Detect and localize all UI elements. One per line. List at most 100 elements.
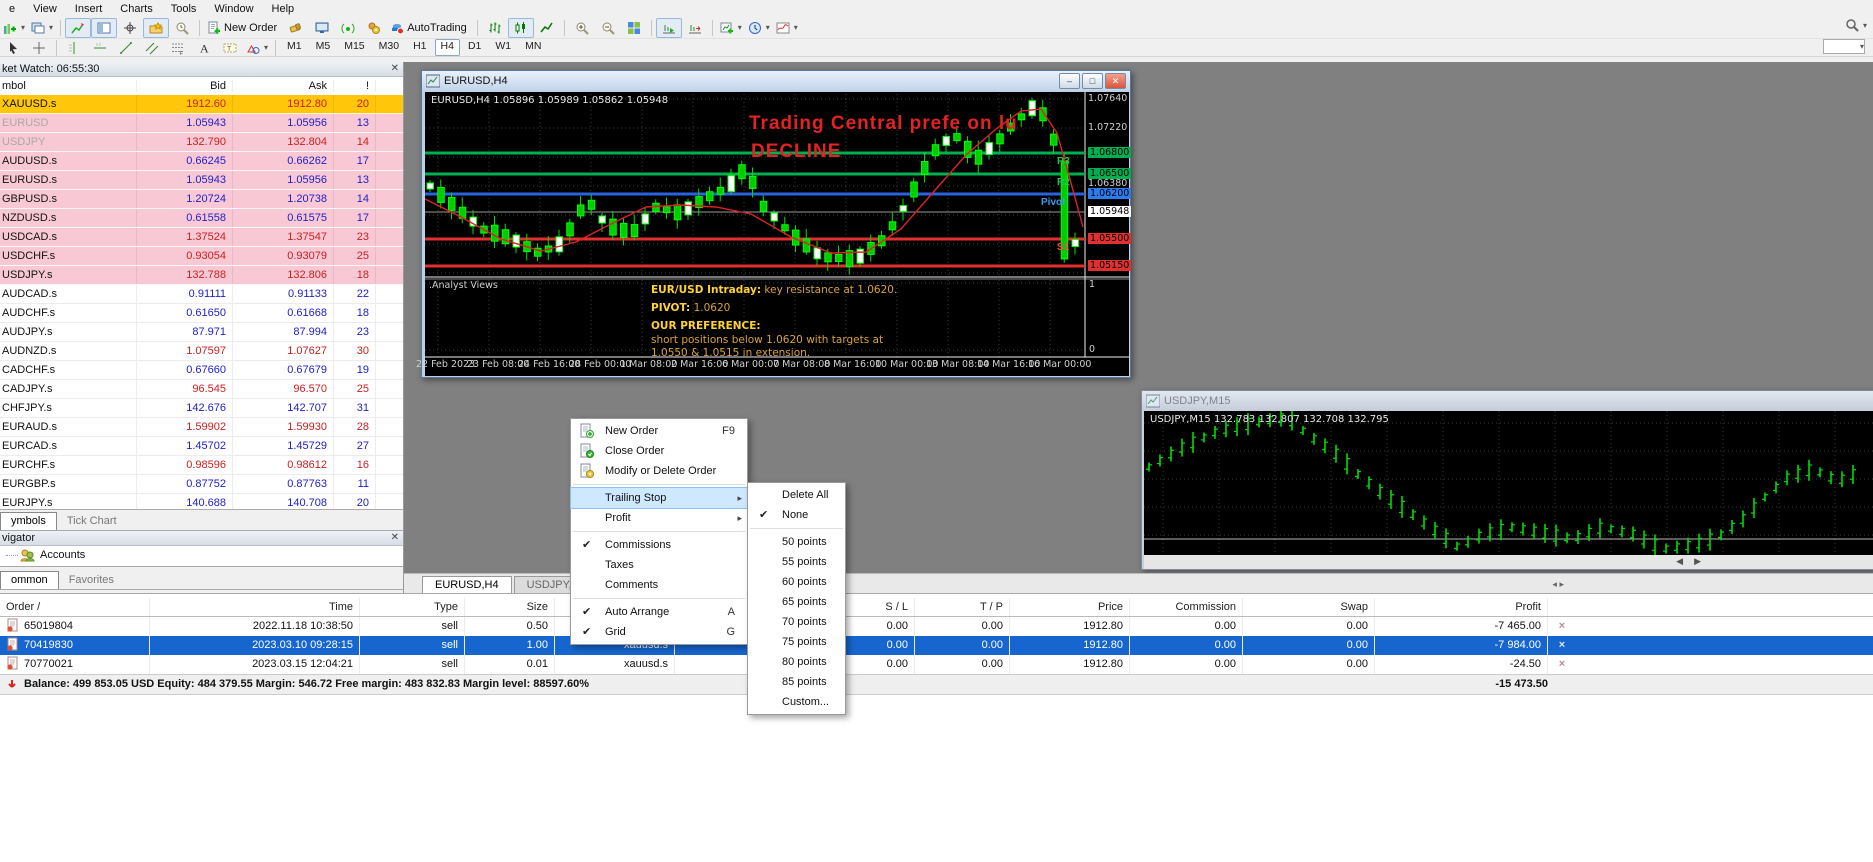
- timeframe-mn[interactable]: MN: [519, 39, 547, 56]
- mw-row-eurgbp-s[interactable]: EURGBP.s0.877520.8776311: [0, 475, 403, 494]
- close-order-icon[interactable]: ×: [1548, 655, 1576, 674]
- fibo-button[interactable]: F: [165, 38, 191, 58]
- mw-row-usdjpy-s[interactable]: USDJPY.s132.788132.80618: [0, 266, 403, 285]
- mw-row-usdjpy[interactable]: USDJPY132.790132.80414: [0, 133, 403, 152]
- menu-charts[interactable]: Charts: [111, 2, 161, 16]
- close-order-icon[interactable]: ×: [1548, 636, 1576, 655]
- eurusd-chart[interactable]: EURUSD,H4 1.05896 1.05989 1.05862 1.0594…: [425, 92, 1129, 376]
- timeframe-m30[interactable]: M30: [373, 39, 405, 56]
- templates-button[interactable]: ▾: [773, 18, 801, 38]
- sub-item-75-points[interactable]: 75 points: [748, 632, 845, 652]
- sub-item-none[interactable]: None✔: [748, 505, 845, 525]
- mw-row-eurusd-s[interactable]: EURUSD.s1.059431.0595613: [0, 171, 403, 190]
- ctx-item-commissions[interactable]: Commissions✔: [571, 535, 747, 555]
- hline-button[interactable]: [87, 38, 113, 58]
- timeframe-m5[interactable]: M5: [310, 39, 337, 56]
- eurusd-titlebar[interactable]: EURUSD,H4 – □ ✕: [422, 71, 1130, 91]
- templates-dropdown-icon[interactable]: ▾: [794, 23, 798, 32]
- timeframe-h1[interactable]: H1: [407, 39, 432, 56]
- menu-tools[interactable]: Tools: [162, 2, 206, 16]
- mw-col-1[interactable]: Bid: [137, 80, 233, 92]
- sub-item-80-points[interactable]: 80 points: [748, 652, 845, 672]
- menu-window[interactable]: Window: [205, 2, 262, 16]
- ctx-item-comments[interactable]: Comments: [571, 575, 747, 595]
- line-chart-button[interactable]: [534, 18, 560, 38]
- chart-plus-button[interactable]: ▾: [0, 18, 28, 38]
- profiles-dropdown-icon[interactable]: ▾: [49, 23, 53, 32]
- ctx-item-auto-arrange[interactable]: Auto Arrange✔A: [571, 602, 747, 622]
- tab-scroll-right-icon[interactable]: ▸: [1559, 579, 1564, 589]
- navigator-item-accounts[interactable]: Accounts: [40, 549, 85, 561]
- sub-item-50-points[interactable]: 50 points: [748, 532, 845, 552]
- zoom-in-button[interactable]: [569, 18, 595, 38]
- chart-window-eurusd[interactable]: EURUSD,H4 – □ ✕ EURUSD,H4 1.05896 1.0598…: [421, 70, 1131, 378]
- profiles-button[interactable]: ▾: [28, 18, 56, 38]
- shapes-button[interactable]: ▾: [243, 38, 271, 58]
- new-chart-button[interactable]: ▾: [717, 18, 745, 38]
- mw-row-eurchf-s[interactable]: EURCHF.s0.985960.9861216: [0, 456, 403, 475]
- sub-item-70-points[interactable]: 70 points: [748, 612, 845, 632]
- mw-row-xauusd-s[interactable]: XAUUSD.s1912.601912.8020: [0, 95, 403, 114]
- menu-e[interactable]: e: [0, 2, 24, 16]
- mw-row-audjpy-s[interactable]: AUDJPY.s87.97187.99423: [0, 323, 403, 342]
- history-button[interactable]: [169, 18, 195, 38]
- scroll-right-icon[interactable]: ▶: [1694, 556, 1701, 567]
- channel-button[interactable]: [139, 38, 165, 58]
- chart-plus-dropdown-icon[interactable]: ▾: [21, 23, 25, 32]
- sub-item-85-points[interactable]: 85 points: [748, 672, 845, 692]
- terminal-col-swap[interactable]: Swap: [1243, 598, 1375, 616]
- candles-button[interactable]: [508, 18, 534, 38]
- mw-col-2[interactable]: Ask: [233, 80, 334, 92]
- mw-row-audnzd-s[interactable]: AUDNZD.s1.075971.0762730: [0, 342, 403, 361]
- usdjpy-titlebar[interactable]: USDJPY,M15: [1142, 391, 1873, 410]
- mw-col-0[interactable]: mbol: [0, 80, 137, 92]
- ctx-item-modify-or-delete-order[interactable]: Modify or Delete Order: [571, 461, 747, 481]
- mw-row-audusd-s[interactable]: AUDUSD.s0.662450.6626217: [0, 152, 403, 171]
- mw-row-chfjpy-s[interactable]: CHFJPY.s142.676142.70731: [0, 399, 403, 418]
- ctx-item-trailing-stop[interactable]: Trailing Stop▸: [571, 488, 747, 508]
- vline-button[interactable]: [61, 38, 87, 58]
- order-row-70419830[interactable]: 704198302023.03.10 09:28:15sell1.00xauus…: [0, 636, 1873, 655]
- new-chart-dropdown-icon[interactable]: ▾: [738, 23, 742, 32]
- menu-insert[interactable]: Insert: [66, 2, 112, 16]
- sub-item-60-points[interactable]: 60 points: [748, 572, 845, 592]
- mw-row-eurjpy-s[interactable]: EURJPY.s140.688140.70820: [0, 494, 403, 509]
- cursor-button[interactable]: [0, 38, 26, 58]
- sub-item-55-points[interactable]: 55 points: [748, 552, 845, 572]
- favorites-button[interactable]: [143, 18, 169, 38]
- chart-window-usdjpy[interactable]: USDJPY,M15 USDJPY,M15 132.783 132.807 13…: [1141, 390, 1873, 570]
- tick-scroll-button[interactable]: [65, 18, 91, 38]
- eraser-button[interactable]: [283, 18, 309, 38]
- nav-tab-favorites[interactable]: Favorites: [59, 572, 124, 589]
- navigator-close-icon[interactable]: ✕: [391, 532, 399, 543]
- terminal-col-price[interactable]: Price: [1010, 598, 1130, 616]
- terminal-col-type[interactable]: Type: [360, 598, 465, 616]
- periods-button[interactable]: ▾: [745, 18, 773, 38]
- autotrading-button[interactable]: AutoTrading: [387, 18, 473, 38]
- mw-col-3[interactable]: !: [334, 80, 376, 92]
- zoom-out-button[interactable]: [595, 18, 621, 38]
- signals-button[interactable]: [335, 18, 361, 38]
- menu-view[interactable]: View: [24, 2, 66, 16]
- search-icon[interactable]: [1845, 18, 1859, 32]
- mw-tab-ymbols[interactable]: ymbols: [0, 512, 57, 530]
- search-caret-icon[interactable]: ▾: [1863, 21, 1867, 30]
- mw-row-usdchf-s[interactable]: USDCHF.s0.930540.9307925: [0, 247, 403, 266]
- autoscroll-button[interactable]: [656, 18, 682, 38]
- mw-row-euraud-s[interactable]: EURAUD.s1.599021.5993028: [0, 418, 403, 437]
- tab-scroll-left-icon[interactable]: ◂: [1552, 579, 1557, 589]
- terminal-col-order[interactable]: Order /: [0, 598, 150, 616]
- timeframe-d1[interactable]: D1: [462, 39, 487, 56]
- ctx-item-profit[interactable]: Profit▸: [571, 508, 747, 528]
- mw-row-gbpusd-s[interactable]: GBPUSD.s1.207241.2073814: [0, 190, 403, 209]
- mw-row-cadchf-s[interactable]: CADCHF.s0.676600.6767919: [0, 361, 403, 380]
- tile-windows-button[interactable]: [621, 18, 647, 38]
- crosshair-button[interactable]: [117, 18, 143, 38]
- mw-row-audcad-s[interactable]: AUDCAD.s0.911110.9113322: [0, 285, 403, 304]
- mw-row-cadjpy-s[interactable]: CADJPY.s96.54596.57025: [0, 380, 403, 399]
- mw-tab-tickchart[interactable]: Tick Chart: [57, 513, 127, 530]
- ctx-item-taxes[interactable]: Taxes: [571, 555, 747, 575]
- timeframe-m15[interactable]: M15: [338, 39, 370, 56]
- mw-row-eurusd[interactable]: EURUSD1.059431.0595613: [0, 114, 403, 133]
- ctx-item-new-order[interactable]: New OrderF9: [571, 421, 747, 441]
